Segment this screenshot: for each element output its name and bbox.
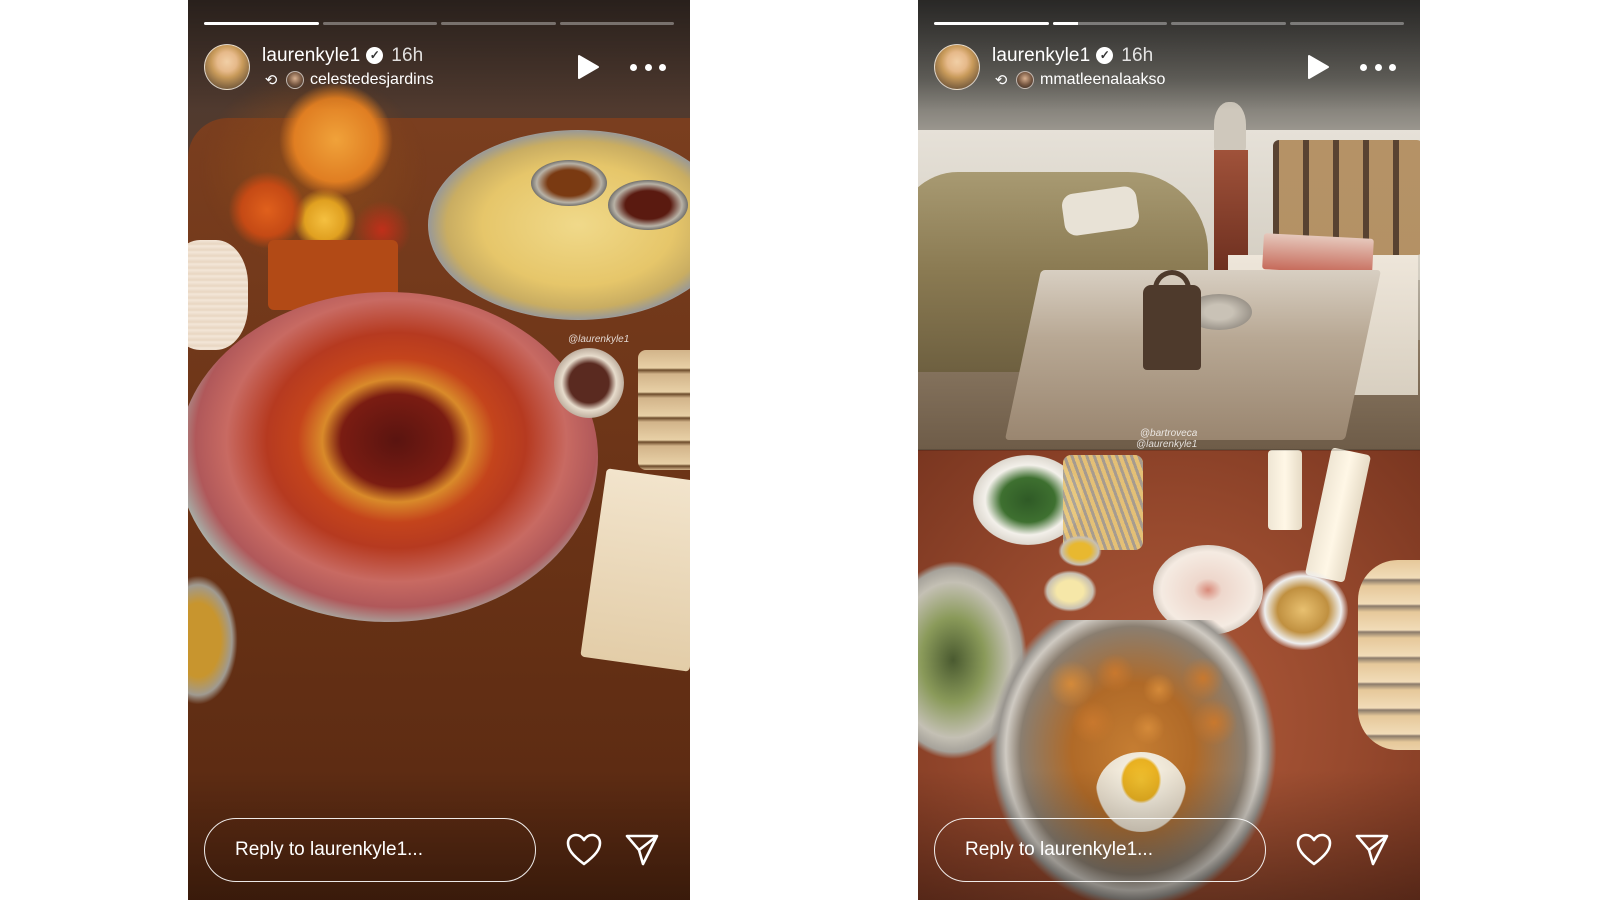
more-icon-dot — [1389, 63, 1396, 71]
play-button[interactable] — [1306, 54, 1330, 80]
reply-input[interactable]: Reply to laurenkyle1... — [204, 818, 536, 882]
username-row[interactable]: laurenkyle1 ✓ 16h — [992, 45, 1153, 67]
repost-username[interactable]: mmatleenalaakso — [1040, 71, 1165, 89]
repost-avatar — [286, 71, 304, 89]
progress-segment — [1052, 22, 1167, 25]
repost-attribution[interactable]: ⟲ mmatleenalaakso — [992, 70, 1165, 90]
story-progress-bar — [204, 22, 674, 25]
story-header: laurenkyle1 ✓ 16h ⟲ mmatleenalaakso — [934, 42, 1404, 92]
avatar[interactable] — [934, 44, 980, 90]
more-icon-dot — [630, 63, 637, 71]
heart-icon — [1296, 833, 1332, 866]
verified-badge-icon: ✓ — [366, 47, 384, 65]
like-button[interactable] — [1296, 833, 1332, 867]
progress-segment — [934, 22, 1049, 25]
more-icon-dot — [659, 63, 666, 71]
repost-icon: ⟲ — [264, 72, 278, 89]
mention-text: @bartroveca — [1139, 428, 1198, 439]
story-progress-bar — [934, 22, 1404, 25]
play-button[interactable] — [576, 54, 600, 80]
more-icon-dot — [1374, 63, 1382, 71]
username-row[interactable]: laurenkyle1 ✓ 16h — [262, 45, 423, 67]
more-icon-dot — [644, 63, 652, 71]
story-header: laurenkyle1 ✓ 16h ⟲ celestedesjardins — [204, 42, 674, 92]
share-button[interactable] — [624, 832, 660, 868]
story-card-right[interactable]: laurenkyle1 ✓ 16h ⟲ mmatleenalaakso @bartr… — [918, 0, 1420, 900]
repost-avatar — [1016, 71, 1034, 89]
repost-username[interactable]: celestedesjardins — [310, 71, 434, 89]
progress-segment — [1289, 22, 1404, 25]
progress-segment — [322, 22, 437, 25]
story-card-left[interactable]: laurenkyle1 ✓ 16h ⟲ celestedesjardins @lau… — [188, 0, 690, 900]
repost-attribution[interactable]: ⟲ celestedesjardins — [262, 70, 434, 90]
send-icon — [1355, 834, 1389, 866]
progress-segment — [204, 22, 319, 25]
mention-text: @laurenkyle1 — [1136, 439, 1198, 450]
progress-segment — [559, 22, 674, 25]
play-icon — [578, 55, 599, 79]
story-footer: Reply to laurenkyle1... — [204, 818, 674, 882]
mention-sticker[interactable]: @laurenkyle1 — [568, 334, 629, 345]
username[interactable]: laurenkyle1 — [262, 45, 360, 66]
reply-input[interactable]: Reply to laurenkyle1... — [934, 818, 1266, 882]
share-button[interactable] — [1354, 832, 1390, 868]
mention-text: @laurenkyle1 — [568, 334, 630, 345]
like-button[interactable] — [566, 833, 602, 867]
avatar[interactable] — [204, 44, 250, 90]
more-options-button[interactable] — [1360, 56, 1396, 78]
post-time: 16h — [391, 45, 424, 66]
send-icon — [625, 834, 659, 866]
username[interactable]: laurenkyle1 — [992, 45, 1090, 66]
post-time: 16h — [1121, 45, 1154, 66]
mention-sticker[interactable]: @bartroveca @laurenkyle1 — [1136, 428, 1197, 450]
story-image-charcuterie — [188, 0, 690, 900]
more-options-button[interactable] — [630, 56, 666, 78]
story-footer: Reply to laurenkyle1... — [934, 818, 1404, 882]
progress-segment — [441, 22, 556, 25]
more-icon-dot — [1360, 63, 1367, 71]
progress-segment — [1171, 22, 1286, 25]
repost-icon: ⟲ — [994, 72, 1008, 89]
heart-icon — [566, 833, 602, 866]
verified-badge-icon: ✓ — [1096, 47, 1114, 65]
play-icon — [1308, 55, 1329, 79]
